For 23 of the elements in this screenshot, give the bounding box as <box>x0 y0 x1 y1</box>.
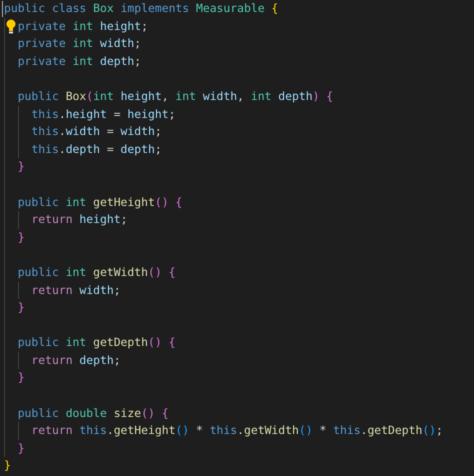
code-line: private int width; <box>18 35 142 52</box>
code-line: return depth; <box>31 352 121 369</box>
code-line: public int getHeight() { <box>18 194 182 211</box>
code-line: public class Box implements Measurable { <box>4 0 278 17</box>
code-line: return height; <box>31 211 128 228</box>
code-line: return width; <box>31 282 121 298</box>
code-line: } <box>18 299 25 316</box>
code-line: } <box>4 457 11 474</box>
code-line: } <box>18 158 25 176</box>
code-line: private int depth; <box>18 52 142 70</box>
code-line: public int getWidth() { <box>18 264 176 281</box>
code-line: } <box>18 228 25 246</box>
code-line: return this.getHeight() * this.getWidth() * this.getDepth(); <box>31 422 443 440</box>
code-line: this.height = height; <box>31 106 176 123</box>
code-line: public double size() { <box>18 404 169 422</box>
code-line: this.depth = depth; <box>31 140 162 158</box>
code-line: private int height; <box>18 18 148 35</box>
code-line: } <box>18 369 25 386</box>
code-line: public Box(int height, int width, int depth) { <box>18 88 334 105</box>
lightbulb-icon[interactable] <box>6 18 16 34</box>
code-line: } <box>18 440 25 457</box>
code-line: public int getDepth() { <box>18 334 176 352</box>
code-line: this.width = width; <box>31 123 162 140</box>
